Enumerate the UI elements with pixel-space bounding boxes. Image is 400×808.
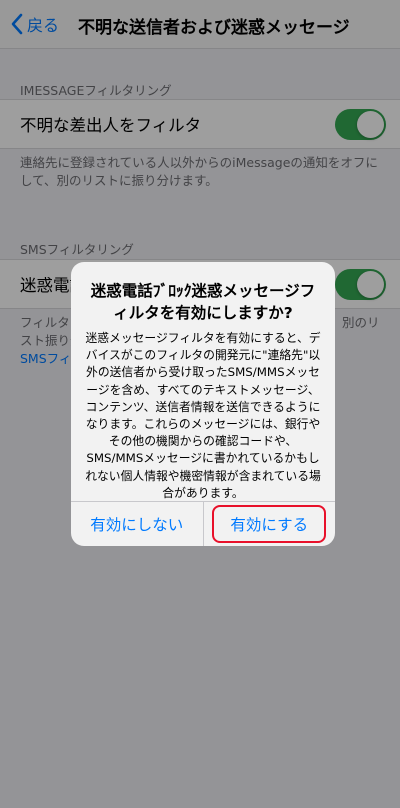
highlight-annotation [211, 505, 326, 543]
alert-button-row: 有効にしない 有効にする [71, 501, 335, 546]
enable-filter-alert: 迷惑電話ﾌﾞﾛｯｸ迷惑メッセージフィルタを有効にしますか? 迷惑メッセージフィル… [71, 262, 335, 546]
do-not-enable-button[interactable]: 有効にしない [71, 502, 204, 546]
alert-message: 迷惑メッセージフィルタを有効にすると、デバイスがこのフィルタの開発元に"連絡先"… [85, 331, 321, 500]
alert-title: 迷惑電話ﾌﾞﾛｯｸ迷惑メッセージフィルタを有効にしますか? [90, 282, 316, 322]
do-not-enable-label: 有効にしない [90, 516, 184, 534]
enable-button[interactable]: 有効にする [204, 502, 336, 546]
